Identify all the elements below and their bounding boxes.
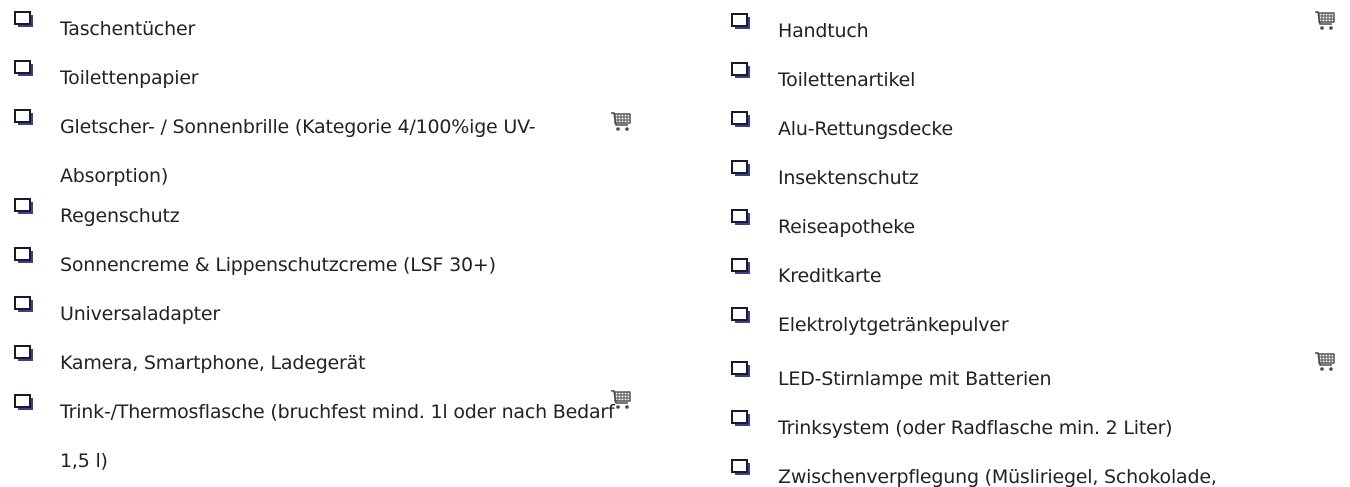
item-label: Gletscher- / Sonnenbrille (Kategorie 4/1… xyxy=(60,116,536,187)
shopping-cart-icon[interactable] xyxy=(610,111,632,133)
checkbox-icon[interactable] xyxy=(14,60,34,77)
item-label: Trinksystem (oder Radflasche min. 2 Lite… xyxy=(778,417,1173,439)
item-label: Regenschutz xyxy=(60,205,180,227)
shopping-cart-icon[interactable] xyxy=(1314,10,1336,32)
item-label: Sonnencreme & Lippenschutzcreme (LSF 30+… xyxy=(60,254,496,276)
checkbox-icon[interactable] xyxy=(14,296,34,313)
checkbox-icon[interactable] xyxy=(731,258,751,275)
item-label: Universaladapter xyxy=(60,303,220,325)
item-label: Toilettenartikel xyxy=(778,69,916,91)
checkbox-icon[interactable] xyxy=(731,361,751,378)
item-label: Elektrolytgetränkepulver xyxy=(778,314,1009,336)
checkbox-icon[interactable] xyxy=(14,394,34,411)
item-label: Handtuch xyxy=(778,20,869,42)
checkbox-icon[interactable] xyxy=(731,410,751,427)
item-label: Zwischenverpflegung (Müsliriegel, Schoko… xyxy=(778,466,1217,487)
checkbox-icon[interactable] xyxy=(14,198,34,215)
item-label: Trink-/Thermosflasche (bruchfest mind. 1… xyxy=(60,401,615,472)
checkbox-icon[interactable] xyxy=(14,247,34,264)
shopping-cart-icon[interactable] xyxy=(610,389,632,411)
shopping-cart-icon[interactable] xyxy=(1314,351,1336,373)
checkbox-icon[interactable] xyxy=(14,109,34,126)
item-label: Toilettenpapier xyxy=(60,67,199,89)
checkbox-icon[interactable] xyxy=(731,307,751,324)
checkbox-icon[interactable] xyxy=(14,345,34,362)
checkbox-icon[interactable] xyxy=(731,459,751,476)
checkbox-icon[interactable] xyxy=(731,62,751,79)
checkbox-icon[interactable] xyxy=(731,209,751,226)
item-label: Kamera, Smartphone, Ladegerät xyxy=(60,352,366,374)
item-label: Taschentücher xyxy=(60,18,196,40)
checkbox-icon[interactable] xyxy=(731,13,751,30)
checkbox-icon[interactable] xyxy=(14,11,34,28)
item-label: LED-Stirnlampe mit Batterien xyxy=(778,368,1052,390)
item-label: Alu-Rettungsdecke xyxy=(778,118,953,140)
item-label: Kreditkarte xyxy=(778,265,882,287)
item-label: Reiseapotheke xyxy=(778,216,915,238)
checkbox-icon[interactable] xyxy=(731,111,751,128)
item-label: Insektenschutz xyxy=(778,167,919,189)
checkbox-icon[interactable] xyxy=(731,160,751,177)
